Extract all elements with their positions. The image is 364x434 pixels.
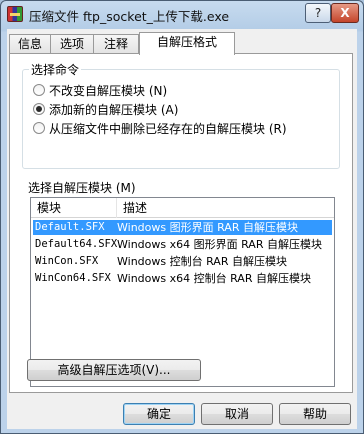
list-row-wincon64-sfx[interactable]: WinCon64.SFX Windows x64 控制台 RAR 自解压模块 bbox=[33, 271, 332, 286]
column-module[interactable]: 模块 bbox=[31, 198, 117, 218]
module-list-label: 选择自解压模块 (M) bbox=[28, 181, 136, 195]
help-button[interactable]: 帮助 bbox=[279, 403, 351, 425]
dialog-client-area: 信息 选项 注释 自解压格式 选择命令 不改变自解压模块 (N) 添加新的自解压… bbox=[7, 29, 357, 429]
radio-add-sfx[interactable]: 添加新的自解压模块 (A) bbox=[33, 101, 178, 117]
title-close-button[interactable]: X bbox=[331, 3, 359, 23]
tab-info[interactable]: 信息 bbox=[9, 34, 51, 54]
row-description: Windows 控制台 RAR 自解压模块 bbox=[117, 255, 287, 268]
tab-sfx-format[interactable]: 自解压格式 bbox=[139, 32, 235, 55]
radio-label: 不改变自解压模块 (N) bbox=[49, 83, 168, 98]
radio-remove-sfx[interactable]: 从压缩文件中删除已经存在的自解压模块 (R) bbox=[33, 120, 287, 136]
title-bar[interactable]: 压缩文件 ftp_socket_上传下载.exe ? X bbox=[1, 1, 363, 29]
row-module: WinCon64.SFX bbox=[35, 272, 111, 284]
row-module: Default64.SFX bbox=[35, 238, 118, 250]
row-description: Windows x64 控制台 RAR 自解压模块 bbox=[117, 272, 311, 285]
radio-circle[interactable] bbox=[33, 84, 45, 96]
radio-keep-sfx[interactable]: 不改变自解压模块 (N) bbox=[33, 82, 167, 98]
command-groupbox: 选择命令 不改变自解压模块 (N) 添加新的自解压模块 (A) 从压缩文件中删除… bbox=[22, 61, 340, 169]
advanced-sfx-options-button[interactable]: 高级自解压选项(V)... bbox=[27, 359, 201, 381]
window-title: 压缩文件 ftp_socket_上传下载.exe bbox=[29, 9, 230, 24]
row-module: Default.SFX bbox=[35, 221, 105, 233]
column-description[interactable]: 描述 bbox=[117, 198, 334, 218]
row-description: Windows x64 图形界面 RAR 自解压模块 bbox=[117, 238, 322, 251]
radio-label: 添加新的自解压模块 (A) bbox=[49, 102, 179, 117]
list-row-wincon-sfx[interactable]: WinCon.SFX Windows 控制台 RAR 自解压模块 bbox=[33, 254, 332, 269]
tab-panel-sfx: 选择命令 不改变自解压模块 (N) 添加新的自解压模块 (A) 从压缩文件中删除… bbox=[9, 53, 353, 393]
radio-circle-checked[interactable] bbox=[33, 103, 45, 115]
tab-comment[interactable]: 注释 bbox=[93, 34, 139, 54]
row-module: WinCon.SFX bbox=[35, 255, 99, 267]
cancel-button[interactable]: 取消 bbox=[201, 403, 273, 425]
radio-circle[interactable] bbox=[33, 122, 45, 134]
tab-options[interactable]: 选项 bbox=[50, 34, 94, 54]
list-header: 模块 描述 bbox=[31, 198, 334, 218]
list-row-default-sfx[interactable]: Default.SFX Windows 图形界面 RAR 自解压模块 bbox=[33, 220, 332, 235]
list-row-default64-sfx[interactable]: Default64.SFX Windows x64 图形界面 RAR 自解压模块 bbox=[33, 237, 332, 252]
row-description: Windows 图形界面 RAR 自解压模块 bbox=[117, 221, 298, 234]
command-group-title: 选择命令 bbox=[29, 61, 82, 78]
title-help-button[interactable]: ? bbox=[305, 3, 331, 23]
archive-properties-window: 压缩文件 ftp_socket_上传下载.exe ? X 信息 选项 注释 自解… bbox=[0, 0, 364, 434]
radio-label: 从压缩文件中删除已经存在的自解压模块 (R) bbox=[49, 121, 287, 136]
ok-button[interactable]: 确定 bbox=[123, 403, 195, 425]
winrar-app-icon bbox=[7, 6, 23, 22]
